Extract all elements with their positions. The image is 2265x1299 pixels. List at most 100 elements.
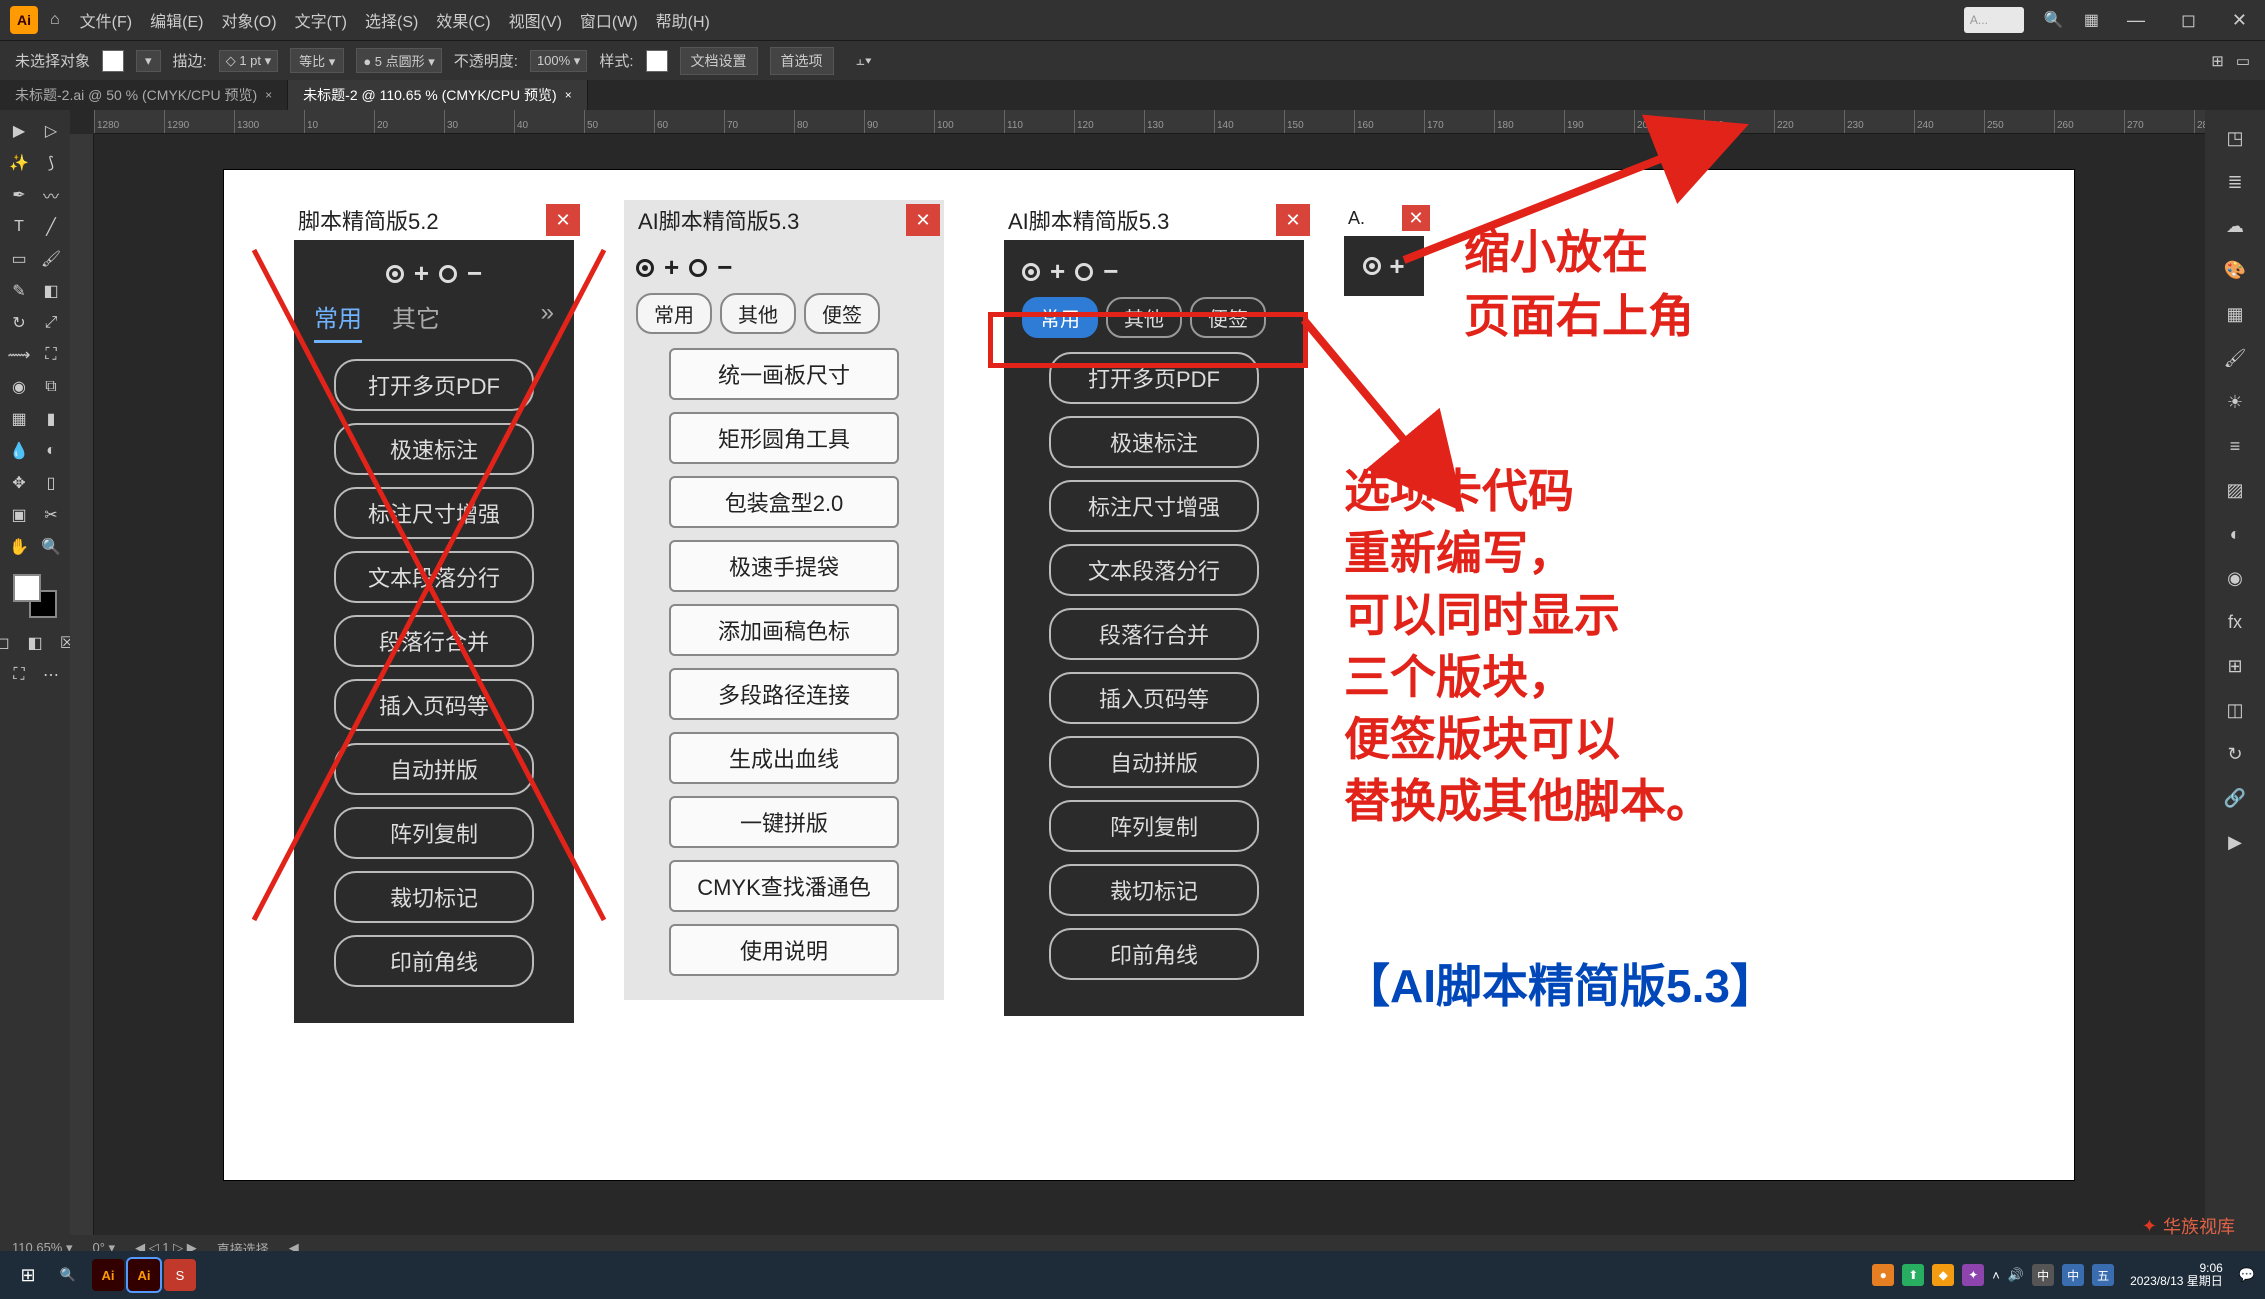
shaper-tool[interactable]: ✎ bbox=[4, 276, 34, 306]
radio-icon[interactable] bbox=[689, 259, 707, 277]
curvature-tool[interactable]: 〰 bbox=[36, 180, 66, 210]
plus-icon[interactable]: + bbox=[664, 252, 679, 283]
eraser-tool[interactable]: ◧ bbox=[36, 276, 66, 306]
width-tool[interactable]: ⟿ bbox=[4, 340, 34, 370]
script-button[interactable]: 阵列复制 bbox=[334, 807, 534, 859]
taskbar-ai-icon-1[interactable]: Ai bbox=[92, 1259, 124, 1291]
brush-field[interactable]: ● 5 点圆形 ▾ bbox=[356, 48, 441, 73]
script-button[interactable]: 印前角线 bbox=[334, 935, 534, 987]
plus-icon[interactable]: + bbox=[414, 258, 429, 289]
tab-notes[interactable]: 便签 bbox=[1190, 297, 1266, 338]
fill-stroke-colors[interactable] bbox=[13, 574, 57, 618]
line-tool[interactable]: ╱ bbox=[36, 212, 66, 242]
script-button[interactable]: 裁切标记 bbox=[334, 871, 534, 923]
arrange-docs-icon[interactable]: ▦ bbox=[2084, 10, 2099, 30]
document-tab-1[interactable]: 未标题-2.ai @ 50 % (CMYK/CPU 预览)× bbox=[0, 80, 288, 110]
align-panel-icon[interactable]: ⊞ bbox=[2217, 648, 2253, 684]
panel-toggle-icon-2[interactable]: ▭ bbox=[2236, 52, 2250, 70]
radio-icon[interactable] bbox=[636, 259, 654, 277]
script-button[interactable]: 印前角线 bbox=[1049, 928, 1259, 980]
menu-file[interactable]: 文件(F) bbox=[80, 8, 132, 32]
tray-icon[interactable]: ● bbox=[1872, 1264, 1894, 1286]
hand-tool[interactable]: ✋ bbox=[4, 532, 34, 562]
direct-select-tool[interactable]: ▷ bbox=[36, 116, 66, 146]
scale-tool[interactable]: ⤢ bbox=[36, 308, 66, 338]
free-transform-tool[interactable]: ⛶ bbox=[36, 340, 66, 370]
minus-icon[interactable]: − bbox=[467, 258, 482, 289]
mesh-tool[interactable]: ▦ bbox=[4, 404, 34, 434]
selection-tool[interactable]: ▶ bbox=[4, 116, 34, 146]
plus-icon[interactable]: + bbox=[1389, 251, 1404, 282]
align-icon[interactable]: ⫠▾ bbox=[856, 52, 872, 69]
script-button[interactable]: 包装盒型2.0 bbox=[669, 476, 899, 528]
color-mode[interactable]: ◻ bbox=[0, 628, 18, 658]
close-button[interactable]: ✕ bbox=[1276, 204, 1310, 236]
opacity-field[interactable]: 100% ▾ bbox=[530, 50, 587, 72]
tab-other[interactable]: 其它 bbox=[392, 299, 440, 343]
tray-chevron-icon[interactable]: ˄ bbox=[1992, 1268, 2000, 1283]
script-button[interactable]: 生成出血线 bbox=[669, 732, 899, 784]
graphic-styles-panel-icon[interactable]: fx bbox=[2217, 604, 2253, 640]
links-panel-icon[interactable]: 🔗 bbox=[2217, 780, 2253, 816]
brushes-panel-icon[interactable]: 🖌 bbox=[2217, 340, 2253, 376]
preferences-button[interactable]: 首选项 bbox=[770, 47, 834, 75]
minimize-button[interactable]: — bbox=[2119, 10, 2153, 31]
script-button[interactable]: 一键拼版 bbox=[669, 796, 899, 848]
plus-icon[interactable]: + bbox=[1050, 256, 1065, 287]
type-tool[interactable]: T bbox=[4, 212, 34, 242]
uniform-dropdown[interactable]: 等比 ▾ bbox=[290, 48, 344, 73]
script-button[interactable]: 打开多页PDF bbox=[1049, 352, 1259, 404]
menu-window[interactable]: 窗口(W) bbox=[580, 8, 638, 32]
menu-type[interactable]: 文字(T) bbox=[295, 8, 347, 32]
stroke-weight-field[interactable]: ◇ 1 pt ▾ bbox=[219, 50, 278, 72]
close-button[interactable]: ✕ bbox=[1402, 205, 1430, 231]
script-button[interactable]: 极速标注 bbox=[334, 423, 534, 475]
script-button[interactable]: 矩形圆角工具 bbox=[669, 412, 899, 464]
menu-view[interactable]: 视图(V) bbox=[509, 8, 562, 32]
taskbar-ai-icon-2[interactable]: Ai bbox=[128, 1259, 160, 1291]
script-button[interactable]: 段落行合并 bbox=[334, 615, 534, 667]
script-button[interactable]: 标注尺寸增强 bbox=[1049, 480, 1259, 532]
document-tab-2[interactable]: 未标题-2 @ 110.65 % (CMYK/CPU 预览)× bbox=[288, 80, 588, 110]
script-button[interactable]: 添加画稿色标 bbox=[669, 604, 899, 656]
script-button[interactable]: 打开多页PDF bbox=[334, 359, 534, 411]
menu-effect[interactable]: 效果(C) bbox=[436, 8, 490, 32]
tab-other[interactable]: 其他 bbox=[1106, 297, 1182, 338]
minus-icon[interactable]: − bbox=[1103, 256, 1118, 287]
script-button[interactable]: 使用说明 bbox=[669, 924, 899, 976]
tray-icon[interactable]: ⬆ bbox=[1902, 1264, 1924, 1286]
radio-icon[interactable] bbox=[439, 265, 457, 283]
script-button[interactable]: 插入页码等 bbox=[334, 679, 534, 731]
fill-swatch[interactable] bbox=[102, 50, 124, 72]
canvas[interactable]: 1280129013001020304050607080901001101201… bbox=[70, 110, 2205, 1235]
radio-icon[interactable] bbox=[1363, 257, 1381, 275]
script-button[interactable]: 段落行合并 bbox=[1049, 608, 1259, 660]
shape-builder-tool[interactable]: ◉ bbox=[4, 372, 34, 402]
swatches-panel-icon[interactable]: ▦ bbox=[2217, 296, 2253, 332]
script-button[interactable]: 多段路径连接 bbox=[669, 668, 899, 720]
script-button[interactable]: 极速标注 bbox=[1049, 416, 1259, 468]
script-button[interactable]: 阵列复制 bbox=[1049, 800, 1259, 852]
tab-notes[interactable]: 便签 bbox=[804, 293, 880, 334]
script-button[interactable]: 自动拼版 bbox=[1049, 736, 1259, 788]
script-button[interactable]: 裁切标记 bbox=[1049, 864, 1259, 916]
close-icon[interactable]: × bbox=[565, 88, 572, 102]
slice-tool[interactable]: ✂ bbox=[36, 500, 66, 530]
stroke-panel-icon[interactable]: ≡ bbox=[2217, 428, 2253, 464]
tab-common[interactable]: 常用 bbox=[636, 293, 712, 334]
libraries-panel-icon[interactable]: ☁ bbox=[2217, 208, 2253, 244]
edit-toolbar[interactable]: ⋯ bbox=[36, 660, 66, 690]
radio-icon[interactable] bbox=[386, 265, 404, 283]
script-button[interactable]: CMYK查找潘通色 bbox=[669, 860, 899, 912]
document-setup-button[interactable]: 文档设置 bbox=[680, 47, 758, 75]
symbols-panel-icon[interactable]: ☀ bbox=[2217, 384, 2253, 420]
notifications-icon[interactable]: 💬 bbox=[2239, 1267, 2255, 1283]
ime-badge-3[interactable]: 五 bbox=[2092, 1264, 2114, 1286]
tab-common[interactable]: 常用 bbox=[314, 299, 362, 343]
script-button[interactable]: 极速手提袋 bbox=[669, 540, 899, 592]
volume-icon[interactable]: 🔊 bbox=[2008, 1267, 2024, 1283]
start-button[interactable]: ⊞ bbox=[10, 1257, 46, 1293]
tab-other[interactable]: 其他 bbox=[720, 293, 796, 334]
close-button[interactable]: ✕ bbox=[546, 204, 580, 236]
zoom-tool[interactable]: 🔍 bbox=[36, 532, 66, 562]
